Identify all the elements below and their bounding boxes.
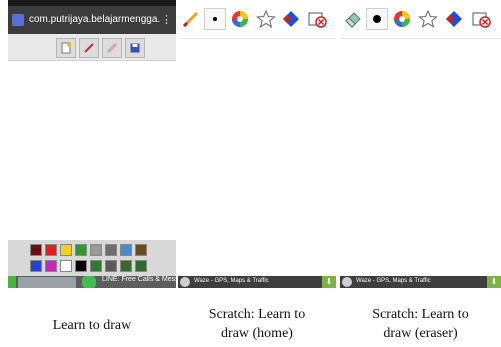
pencil-icon[interactable]: [180, 8, 202, 30]
color-swatch[interactable]: [105, 260, 117, 272]
color-swatch[interactable]: [135, 244, 147, 256]
new-page-icon[interactable]: [56, 38, 76, 58]
overflow-menu-icon[interactable]: ⋮: [161, 13, 172, 26]
color-wheel-icon[interactable]: [229, 8, 251, 30]
color-wheel-icon[interactable]: [391, 8, 413, 30]
save-icon[interactable]: [125, 38, 145, 58]
caption-line: draw (home): [221, 326, 293, 341]
ad-banner[interactable]: LINE: Free Calls & Messages: [8, 276, 176, 288]
color-swatch[interactable]: [135, 260, 147, 272]
color-swatch[interactable]: [45, 260, 57, 272]
learn-to-draw-screen: com.putrijaya.belajarmengga... ⋮ LINE: F…: [8, 0, 176, 288]
color-swatch[interactable]: [90, 244, 102, 256]
color-swatch[interactable]: [105, 244, 117, 256]
dot-icon[interactable]: [204, 8, 226, 30]
caption-line: Scratch: Learn to: [208, 307, 306, 322]
caption-text: Learn to draw: [52, 318, 132, 333]
ad-text: Waze - GPS, Maps & Traffic: [194, 278, 269, 284]
ad-text: Waze - GPS, Maps & Traffic: [356, 278, 431, 284]
caption-scratch-home: Scratch: Learn to draw (home): [178, 305, 336, 343]
app-title: com.putrijaya.belajarmengga...: [29, 14, 161, 25]
color-swatch[interactable]: [120, 260, 132, 272]
waze-icon: [180, 277, 190, 287]
line-app-icon: [82, 276, 96, 288]
color-swatch[interactable]: [30, 244, 42, 256]
caption-line: Scratch: Learn to: [372, 307, 469, 322]
dot-icon[interactable]: [366, 8, 388, 30]
ad-banner[interactable]: Waze - GPS, Maps & Traffic ⬇: [340, 276, 501, 288]
caption-line: draw (eraser): [383, 326, 458, 341]
tool-bar: [340, 0, 501, 39]
scratch-home-screen: Waze - GPS, Maps & Traffic ⬇: [178, 0, 336, 288]
fill-bucket-icon[interactable]: [443, 8, 465, 30]
download-icon[interactable]: ⬇: [487, 276, 501, 288]
color-palette: [8, 240, 176, 276]
caption-scratch-eraser: Scratch: Learn to draw (eraser): [340, 305, 501, 343]
color-swatch[interactable]: [30, 260, 42, 272]
color-swatch[interactable]: [75, 244, 87, 256]
color-swatch[interactable]: [120, 244, 132, 256]
color-swatch[interactable]: [60, 244, 72, 256]
drawing-canvas[interactable]: [178, 39, 336, 276]
color-swatch[interactable]: [75, 260, 87, 272]
download-icon[interactable]: ⬇: [322, 276, 336, 288]
eraser-icon[interactable]: [102, 38, 122, 58]
fill-bucket-icon[interactable]: [280, 8, 302, 30]
app-title-bar: com.putrijaya.belajarmengga... ⋮: [8, 6, 176, 34]
drawing-canvas[interactable]: [340, 39, 501, 276]
color-swatch[interactable]: [45, 244, 57, 256]
color-swatch[interactable]: [90, 260, 102, 272]
clear-icon[interactable]: [470, 8, 492, 30]
ad-text: LINE: Free Calls & Messages: [102, 276, 176, 283]
waze-icon: [342, 277, 352, 287]
brush-icon[interactable]: [79, 38, 99, 58]
star-stamp-icon[interactable]: [255, 8, 277, 30]
caption-learn-to-draw: Learn to draw: [8, 316, 176, 335]
scratch-eraser-screen: Waze - GPS, Maps & Traffic ⬇: [340, 0, 501, 288]
color-swatch[interactable]: [60, 260, 72, 272]
ad-banner[interactable]: Waze - GPS, Maps & Traffic ⬇: [178, 276, 336, 288]
drawing-toolbar: [8, 34, 176, 61]
clear-icon[interactable]: [306, 8, 328, 30]
app-icon: [12, 14, 24, 26]
ad-image: [18, 277, 76, 288]
drawing-canvas[interactable]: [8, 61, 176, 240]
ad-logo: [8, 276, 16, 288]
tool-bar: [178, 0, 336, 39]
star-stamp-icon[interactable]: [417, 8, 439, 30]
eraser-icon[interactable]: [342, 8, 364, 30]
